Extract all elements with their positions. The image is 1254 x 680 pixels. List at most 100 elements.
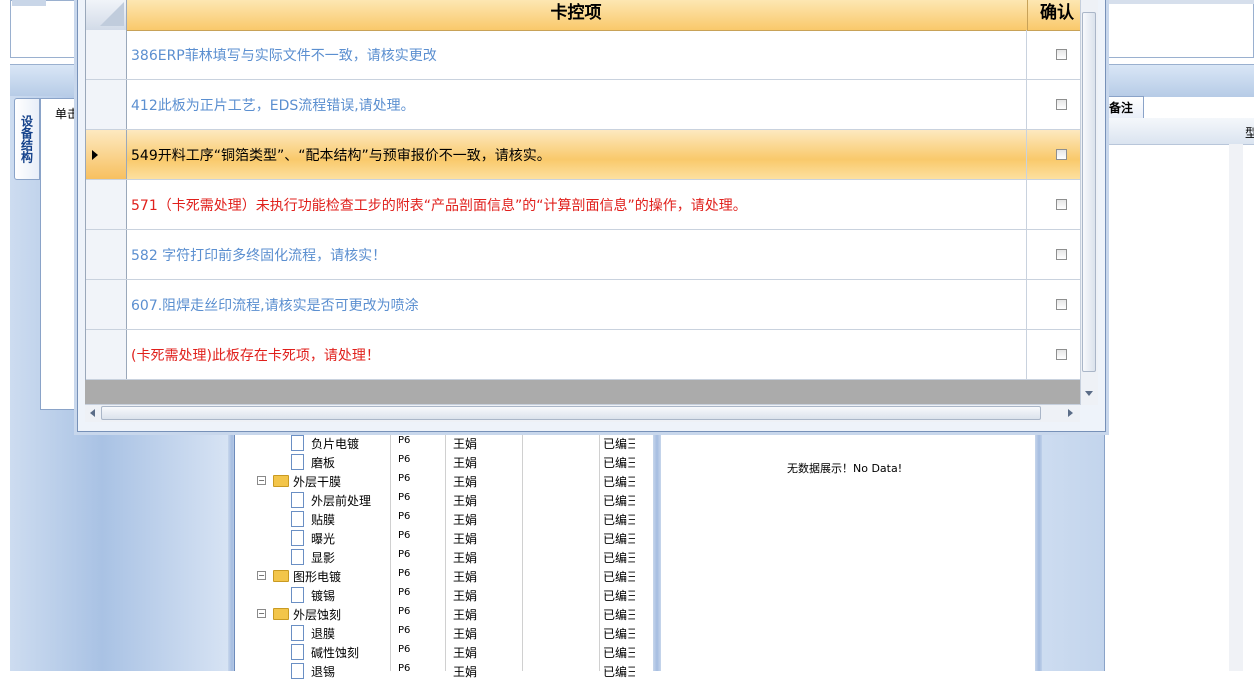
confirm-checkbox[interactable] [1056, 249, 1067, 260]
tree-cell-status: 已编彐 [603, 437, 635, 451]
table-row[interactable]: 386ERP菲林填写与实际文件不一致，请核实更改 [86, 30, 1081, 80]
folder-icon [273, 608, 289, 620]
no-data-message: 无数据展示！No Data! [787, 462, 903, 475]
remark-header: 型 [1105, 118, 1254, 145]
grid-empty-area [85, 380, 1080, 404]
file-icon [291, 625, 304, 641]
tree-cell-user: 王娟 [453, 475, 478, 489]
scroll-down-arrow-icon[interactable] [1085, 391, 1093, 396]
tree-cell-user: 王娟 [453, 437, 478, 451]
control-items-grid: 卡控项 确认 386ERP菲林填写与实际文件不一致，请核实更改 412此板为正片工… [85, 0, 1081, 380]
collapse-icon[interactable]: − [257, 476, 266, 485]
tree-node-label: 外层干膜 [293, 475, 342, 489]
tree-node[interactable]: − 外层干膜 P6 王娟 已编彐 [235, 471, 655, 490]
tree-cell-code: P6 [398, 530, 411, 541]
remark-column-header: 型 [1245, 126, 1254, 140]
file-icon [291, 530, 304, 546]
tree-cell-user: 王娟 [453, 494, 478, 508]
confirm-checkbox[interactable] [1056, 149, 1067, 160]
tree-node-label: 负片电镀 [311, 437, 360, 451]
scroll-right-arrow-icon[interactable] [1068, 409, 1073, 417]
tree-cell-status: 已编彐 [603, 551, 635, 565]
row-header[interactable] [86, 230, 127, 279]
tree-cell-status: 已编彐 [603, 589, 635, 603]
confirm-checkbox[interactable] [1056, 99, 1067, 110]
folder-icon [273, 475, 289, 487]
tree-node[interactable]: 负片电镀 P6 王娟 已编彐 [235, 433, 655, 452]
row-header[interactable] [86, 130, 127, 179]
confirm-cell [1026, 180, 1082, 229]
confirm-checkbox[interactable] [1056, 299, 1067, 310]
control-item-text: 571（卡死需处理）未执行功能检查工步的附表“产品剖面信息”的“计算剖面信息”的… [131, 198, 747, 214]
column-header-control-item[interactable]: 卡控项 [126, 0, 1026, 30]
tree-node-label: 磨板 [311, 456, 336, 470]
tree-cell-status: 已编彐 [603, 513, 635, 527]
tree-node[interactable]: 显影 P6 王娟 已编彐 [235, 547, 655, 566]
table-row[interactable]: 582 字符打印前多终固化流程，请核实！ [86, 230, 1081, 280]
row-header[interactable] [86, 30, 127, 79]
vertical-scroll-thumb[interactable] [1082, 12, 1096, 372]
tab-device-structure[interactable]: 设备结构 [14, 98, 40, 180]
left-label: 单击 [55, 107, 80, 121]
tree-cell-user: 王娟 [453, 665, 478, 679]
tree-cell-code: P6 [398, 435, 411, 446]
tree-node[interactable]: − 图形电镀 P6 王娟 已编彐 [235, 566, 655, 585]
table-row[interactable]: (卡死需处理)此板存在卡死项，请处理！ [86, 330, 1081, 380]
grid-horizontal-scrollbar[interactable] [85, 404, 1080, 422]
collapse-icon[interactable]: − [257, 609, 266, 618]
table-row[interactable]: 549开料工序“铜箔类型”、“配本结构”与预审报价不一致，请核实。 [86, 130, 1081, 180]
tree-cell-user: 王娟 [453, 608, 478, 622]
confirm-checkbox[interactable] [1056, 49, 1067, 60]
table-row[interactable]: 412此板为正片工艺，EDS流程错误,请处理。 [86, 80, 1081, 130]
folder-icon [273, 570, 289, 582]
tree-cell-code: P6 [398, 644, 411, 655]
horizontal-scroll-thumb[interactable] [101, 406, 1041, 420]
confirm-checkbox[interactable] [1056, 199, 1067, 210]
tree-cell-user: 王娟 [453, 532, 478, 546]
tree-cell-user: 王娟 [453, 513, 478, 527]
row-header[interactable] [86, 330, 127, 379]
confirm-cell [1026, 80, 1082, 129]
table-row[interactable]: 571（卡死需处理）未执行功能检查工步的附表“产品剖面信息”的“计算剖面信息”的… [86, 180, 1081, 230]
confirm-cell [1026, 330, 1082, 379]
tree-cell-code: P6 [398, 606, 411, 617]
file-icon [291, 511, 304, 527]
control-item-text: (卡死需处理)此板存在卡死项，请处理！ [131, 348, 380, 364]
tree-node-label: 镀锡 [311, 589, 336, 603]
splitter-middle[interactable] [653, 430, 661, 671]
row-header[interactable] [86, 180, 127, 229]
tree-cell-code: P6 [398, 568, 411, 579]
tree-node[interactable]: 镀锡 P6 王娟 已编彐 [235, 585, 655, 604]
tree-node[interactable]: 贴膜 P6 王娟 已编彐 [235, 509, 655, 528]
tree-node[interactable]: 磨板 P6 王娟 已编彐 [235, 452, 655, 471]
tree-node-label: 外层前处理 [311, 494, 372, 508]
tree-node[interactable]: 退膜 P6 王娟 已编彐 [235, 623, 655, 642]
control-item-text: 607.阻焊走丝印流程,请核实是否可更改为喷涂 [131, 298, 419, 314]
tree-cell-status: 已编彐 [603, 570, 635, 584]
row-header[interactable] [86, 280, 127, 329]
tree-node[interactable]: 碱性蚀刻 P6 王娟 已编彐 [235, 642, 655, 661]
collapse-icon[interactable]: − [257, 571, 266, 580]
tree-node[interactable]: − 外层蚀刻 P6 王娟 已编彐 [235, 604, 655, 623]
top-right-strip [1104, 0, 1254, 4]
select-all-corner[interactable] [86, 0, 127, 30]
tree-node-label: 碱性蚀刻 [311, 646, 360, 660]
tree-node-label: 贴膜 [311, 513, 336, 527]
tree-node[interactable]: 曝光 P6 王娟 已编彐 [235, 528, 655, 547]
tree-cell-user: 王娟 [453, 570, 478, 584]
table-row[interactable]: 607.阻焊走丝印流程,请核实是否可更改为喷涂 [86, 280, 1081, 330]
scroll-left-arrow-icon[interactable] [90, 409, 95, 417]
file-icon [291, 492, 304, 508]
tree-cell-code: P6 [398, 454, 411, 465]
file-icon [291, 663, 304, 679]
remark-scrollbar[interactable] [1229, 144, 1243, 671]
file-icon [291, 587, 304, 603]
column-header-confirm[interactable]: 确认 [1027, 0, 1081, 30]
confirm-checkbox[interactable] [1056, 349, 1067, 360]
row-header[interactable] [86, 80, 127, 129]
grid-vertical-scrollbar[interactable] [1080, 0, 1098, 405]
file-icon [291, 549, 304, 565]
tree-cell-status: 已编彐 [603, 532, 635, 546]
tree-node[interactable]: 外层前处理 P6 王娟 已编彐 [235, 490, 655, 509]
tree-node-label: 外层蚀刻 [293, 608, 342, 622]
